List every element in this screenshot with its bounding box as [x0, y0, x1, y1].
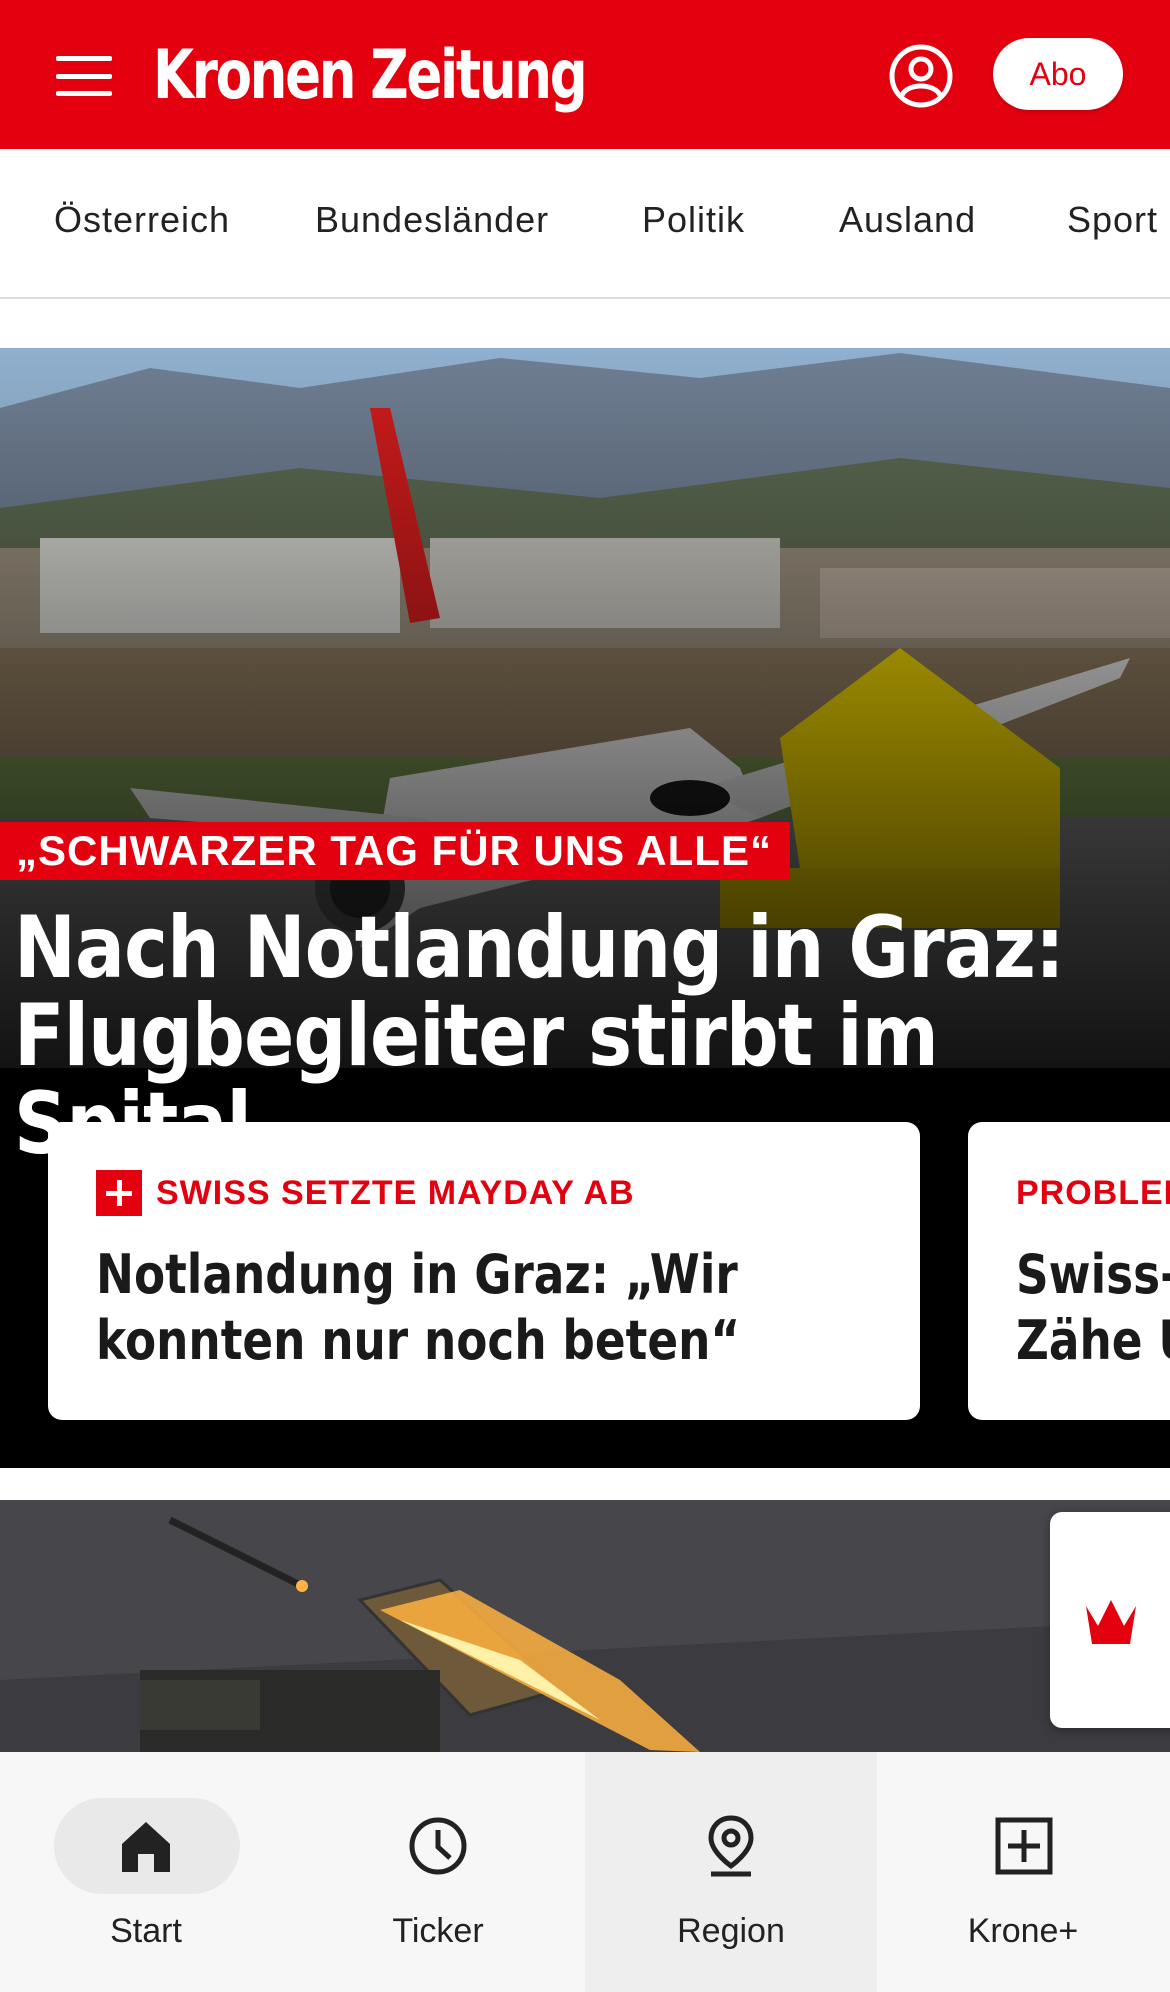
menu-icon[interactable] [56, 56, 112, 96]
related-article-card-2[interactable]: PROBLEM Swiss- Zähe U [968, 1122, 1170, 1420]
card-title: Swiss- Zähe U [1016, 1242, 1170, 1374]
hero-article[interactable]: „SCHWARZER TAG FÜR UNS ALLE“ Nach Notlan… [0, 348, 1170, 1468]
krone-plus-icon [96, 1170, 142, 1216]
hero-headline-line1: Nach Notlandung in Graz: [14, 898, 1065, 998]
bottom-navigation: Start Ticker Region Krone+ [0, 1752, 1170, 1992]
card-title-line2: konnten nur noch beten“ [96, 1309, 741, 1372]
nav-item-bundeslaender[interactable]: Bundesländer [315, 199, 549, 241]
nav-item-politik[interactable]: Politik [642, 199, 745, 241]
krone-crown-icon [1086, 1600, 1136, 1644]
nav-item-ausland[interactable]: Ausland [839, 199, 976, 241]
kronen-zeitung-logo[interactable]: Kronen Zeitung [153, 36, 588, 116]
nav-item-sport[interactable]: Sport [1067, 199, 1158, 241]
card-title-line1: Swiss- [1016, 1243, 1170, 1306]
home-icon [122, 1822, 170, 1872]
krone-side-tab[interactable] [1050, 1512, 1170, 1728]
card-title: Notlandung in Graz: „Wir konnten nur noc… [96, 1242, 869, 1374]
card-title-line1: Notlandung in Graz: „Wir [96, 1243, 738, 1306]
card-kicker: PROBLEM [1016, 1174, 1170, 1212]
second-article-teaser[interactable] [0, 1500, 1170, 1752]
tab-label: Krone+ [967, 1912, 1079, 1950]
card-title-line2: Zähe U [1016, 1309, 1170, 1372]
card-kicker: SWISS SETZTE MAYDAY AB [156, 1174, 635, 1212]
tab-label: Ticker [392, 1912, 484, 1950]
category-nav: Österreich Bundesländer Politik Ausland … [0, 149, 1170, 299]
abo-button[interactable]: Abo [993, 38, 1123, 110]
tab-ticker[interactable]: Ticker [292, 1752, 584, 1992]
nav-item-oesterreich[interactable]: Österreich [54, 199, 230, 241]
location-pin-icon [708, 1815, 754, 1877]
rocket-launcher-photo [0, 1500, 1170, 1752]
tab-label: Region [677, 1912, 785, 1950]
tab-start[interactable]: Start [0, 1752, 292, 1992]
related-article-card[interactable]: SWISS SETZTE MAYDAY AB Notlandung in Gra… [48, 1122, 920, 1420]
plus-square-icon [995, 1817, 1053, 1875]
clock-icon [409, 1817, 467, 1875]
app-header: Kronen Zeitung Abo [0, 0, 1170, 149]
tab-region[interactable]: Region [585, 1752, 877, 1992]
tab-label: Start [110, 1912, 182, 1950]
tab-krone-plus[interactable]: Krone+ [877, 1752, 1169, 1992]
user-account-icon[interactable] [888, 43, 954, 109]
hero-kicker: „SCHWARZER TAG FÜR UNS ALLE“ [0, 822, 790, 880]
